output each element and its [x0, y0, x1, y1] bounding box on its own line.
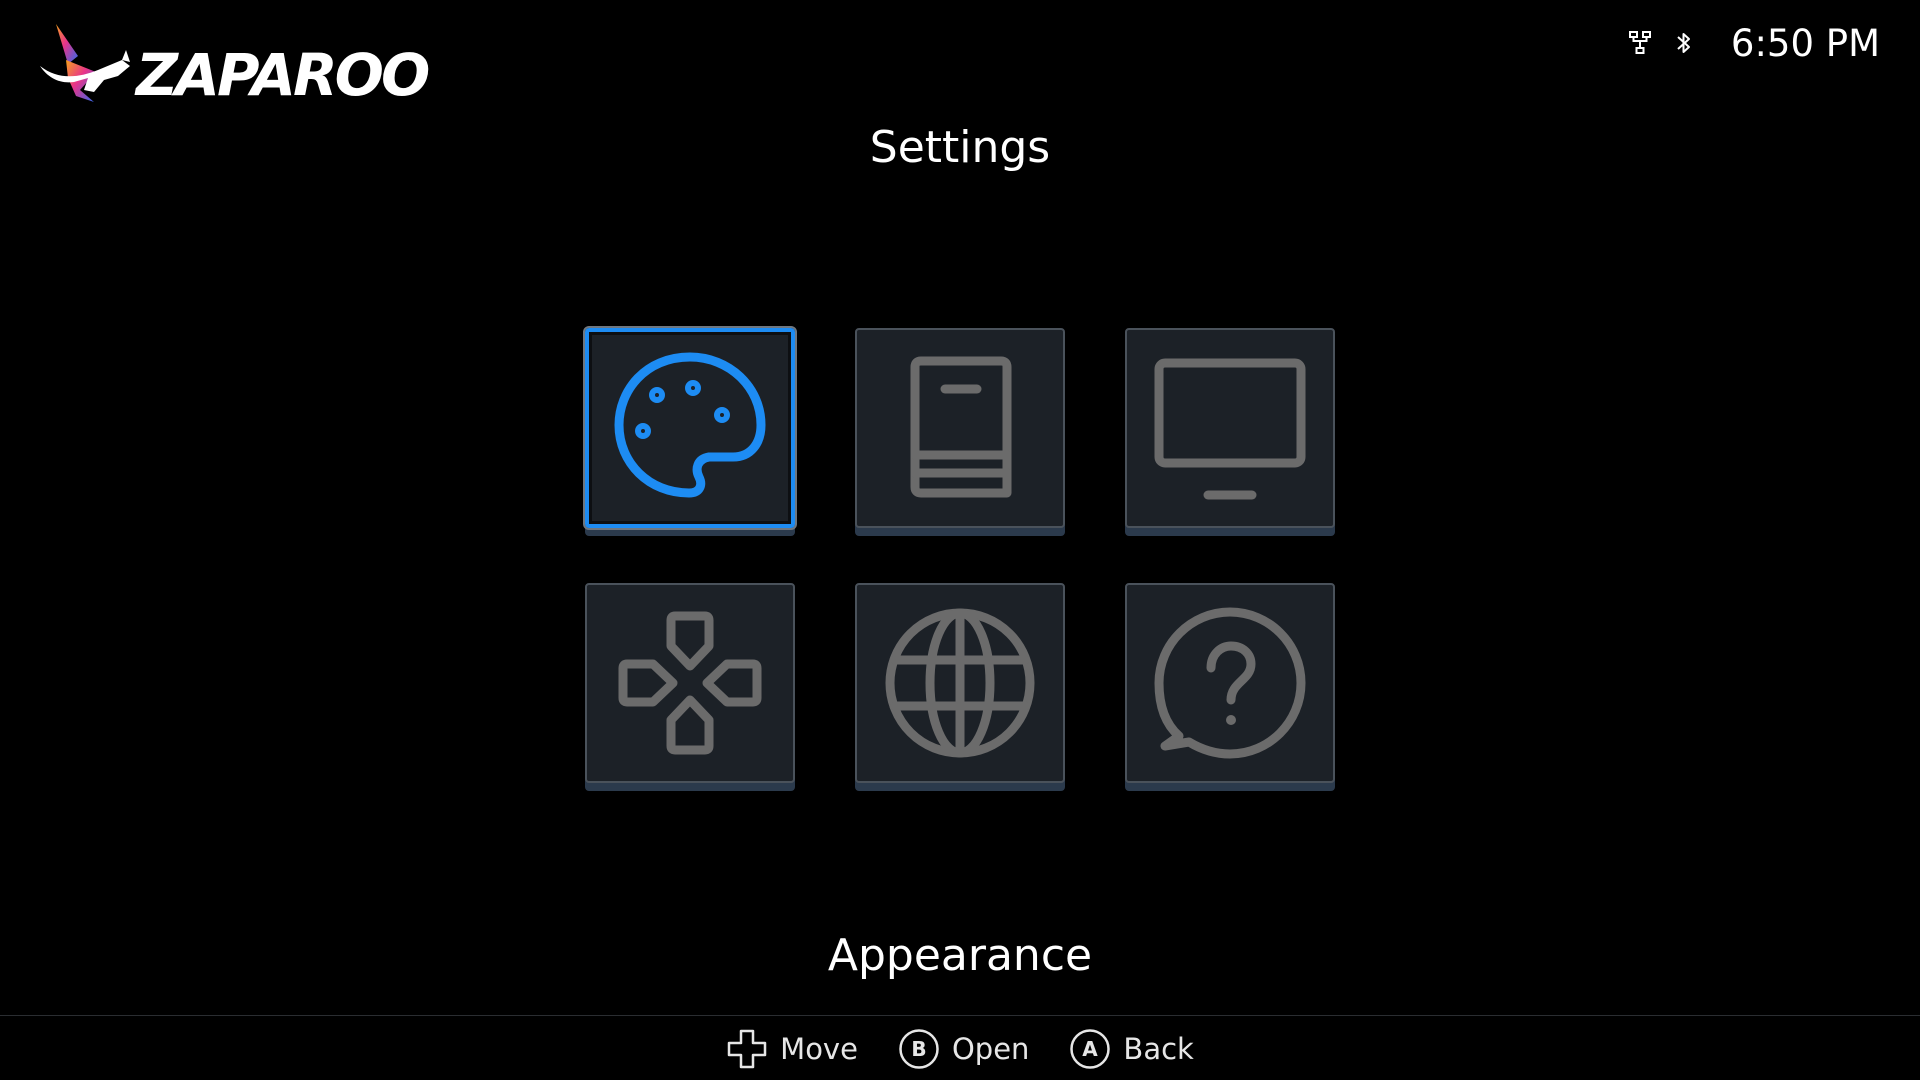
help-chat-icon [1154, 607, 1306, 759]
hint-move-label: Move [780, 1031, 858, 1066]
a-button-icon: A [1069, 1028, 1111, 1070]
status-bar: 6:50 PM [1627, 18, 1880, 68]
network-icon [1627, 30, 1653, 56]
logo-text: ZAPAROO [136, 41, 430, 109]
dpad-icon [618, 611, 762, 755]
globe-icon [885, 608, 1035, 758]
page-title: Settings [869, 122, 1051, 173]
b-button-icon: B [898, 1028, 940, 1070]
hint-move: Move [726, 1028, 858, 1070]
hint-back-label: Back [1123, 1031, 1194, 1066]
svg-text:B: B [911, 1037, 926, 1061]
tile-help[interactable] [1125, 583, 1335, 783]
hint-open-label: Open [951, 1031, 1030, 1066]
logo-trademark: TM [398, 54, 412, 64]
tile-network[interactable] [855, 583, 1065, 783]
hint-open: B Open [898, 1028, 1029, 1070]
settings-screen: ZAPAROO TM 6:50 PM Settings Appearance M… [0, 0, 1920, 1080]
tile-display[interactable] [1125, 328, 1335, 528]
kangaroo-logo-icon [40, 24, 130, 102]
dpad-outline-icon [726, 1028, 768, 1070]
monitor-icon [1154, 358, 1306, 500]
clock: 6:50 PM [1730, 21, 1880, 65]
svg-text:A: A [1083, 1037, 1099, 1061]
zaparoo-logo: ZAPAROO TM [38, 20, 430, 110]
selected-tile-label: Appearance [827, 930, 1093, 981]
palette-icon [614, 352, 766, 498]
button-hints-bar: Move B Open A Back [0, 1015, 1920, 1080]
hint-back: A Back [1069, 1028, 1194, 1070]
book-icon [910, 356, 1012, 498]
tile-appearance[interactable] [583, 326, 797, 530]
bluetooth-icon [1671, 30, 1697, 56]
tile-controls[interactable] [585, 583, 795, 783]
tile-library[interactable] [855, 328, 1065, 528]
